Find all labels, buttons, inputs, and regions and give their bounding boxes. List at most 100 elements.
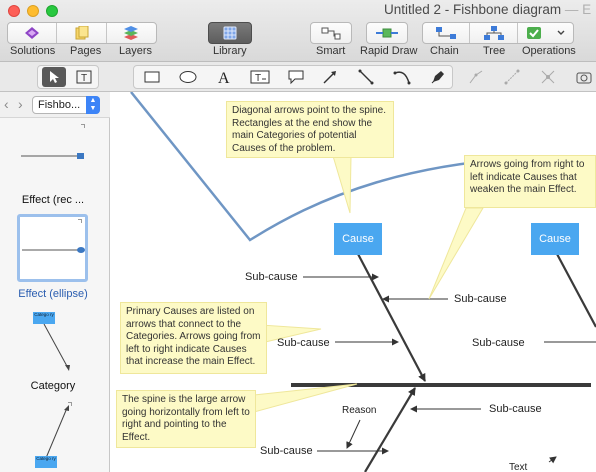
library-item-category-reverse[interactable]: Catego ry (30, 400, 80, 470)
tree-label: Tree (483, 45, 506, 57)
tree-icon (483, 26, 504, 40)
bezier-tool[interactable] (464, 67, 488, 87)
text-arrow[interactable] (548, 456, 557, 464)
sub-cause-label[interactable]: Sub-cause (245, 271, 298, 283)
pointer-tool[interactable] (42, 67, 66, 87)
library-item-effect-rect[interactable] (4, 122, 104, 196)
line-tool[interactable] (354, 67, 378, 87)
diagram-canvas[interactable]: Diagonal arrows point to the spine. Rect… (111, 92, 596, 472)
window-toolbar: Untitled 2 - Fishbone diagram — E Soluti… (0, 0, 596, 62)
cause-box[interactable]: Cause (531, 223, 579, 255)
svg-text:A: A (218, 70, 230, 85)
category-arrow-lower[interactable] (364, 387, 416, 472)
pen-tool[interactable] (426, 67, 450, 87)
effect-rect-thumbnail (21, 153, 84, 159)
rapid-draw-label: Rapid Draw (360, 45, 418, 57)
chain-label: Chain (430, 45, 459, 57)
ellipse-tool[interactable] (176, 67, 200, 87)
svg-text:T: T (255, 73, 261, 84)
window-title-suffix: — E (564, 2, 592, 17)
pages-icon (75, 26, 89, 40)
library-item-label: Effect (rec ... (21, 194, 85, 206)
window-title-text: Untitled 2 - Fishbone diagram (384, 2, 562, 17)
note-spine[interactable]: The spine is the large arrow going horiz… (116, 390, 256, 448)
layout-segmented-control (422, 22, 574, 44)
polyline-icon (504, 69, 520, 85)
tree-button[interactable] (470, 23, 518, 43)
arrow-icon (323, 71, 336, 84)
library-select[interactable]: Fishbo... ▲ ▼ (32, 96, 100, 114)
cause-box[interactable]: Cause (334, 223, 382, 255)
category-thumb-box: Catego ry (35, 456, 57, 468)
sub-cause-label[interactable]: Sub-cause (472, 337, 525, 349)
polyline-tool[interactable] (500, 67, 524, 87)
reason-arrow[interactable] (346, 419, 361, 449)
zoom-window-button[interactable] (46, 5, 58, 17)
solutions-icon (25, 27, 40, 39)
solutions-button[interactable] (8, 23, 58, 43)
library-button[interactable] (208, 22, 252, 44)
bezier-icon (469, 70, 483, 84)
rectangle-tool[interactable] (140, 67, 164, 87)
sub-cause-label[interactable]: Sub-cause (260, 445, 313, 457)
nav-forward-button[interactable]: › (18, 96, 23, 112)
text-tool[interactable]: A (212, 67, 236, 87)
category-arrow-right[interactable] (556, 253, 596, 328)
chevron-down-icon (557, 30, 565, 35)
operations-label: Operations (522, 45, 576, 57)
layers-button[interactable] (107, 23, 156, 43)
smart-label: Smart (316, 45, 346, 57)
ellipse-icon (179, 71, 197, 83)
note-pointer (428, 207, 484, 300)
connector-tool[interactable] (536, 67, 560, 87)
label-icon: T (250, 70, 270, 84)
sub-cause-label[interactable]: Sub-cause (454, 293, 507, 305)
note-right-to-left[interactable]: Arrows going from right to left indicate… (464, 155, 596, 208)
note-pointer (332, 155, 352, 214)
rapid-draw-icon (376, 28, 398, 38)
note-right-to-left-text: Arrows going from right to left indicate… (470, 159, 585, 195)
operations-button[interactable] (518, 23, 573, 43)
effect-ellipse-thumbnail (22, 247, 85, 253)
connector-icon (541, 70, 555, 84)
nav-back-button[interactable]: ‹ (4, 96, 9, 112)
category-arrow-left[interactable] (357, 253, 426, 382)
note-primary-causes[interactable]: Primary Causes are listed on arrows that… (120, 302, 267, 374)
rapid-draw-button[interactable] (366, 22, 408, 44)
chain-button[interactable] (423, 23, 471, 43)
label-tool[interactable]: T (248, 67, 272, 87)
pages-button[interactable] (57, 23, 107, 43)
reason-label[interactable]: Reason (342, 405, 376, 416)
smart-connector-icon (321, 27, 341, 40)
note-diagonal-arrows[interactable]: Diagonal arrows point to the spine. Rect… (226, 101, 394, 158)
cause-box-label: Cause (539, 233, 571, 245)
pointer-icon (50, 71, 59, 83)
library-select-value: Fishbo... (38, 99, 81, 111)
text-block-icon: T (76, 70, 92, 84)
library-item-effect-ellipse[interactable] (17, 214, 88, 282)
close-window-button[interactable] (8, 5, 20, 17)
item-corner-icon (81, 124, 85, 128)
text-block-tool[interactable]: T (72, 67, 96, 87)
sub-cause-label[interactable]: Sub-cause (277, 337, 330, 349)
pages-label: Pages (70, 45, 102, 57)
arrow-tool[interactable] (318, 67, 342, 87)
library-icon (223, 26, 237, 40)
camera-tool[interactable] (572, 67, 596, 87)
drawing-tools-bar: T A T (0, 62, 596, 92)
text-label[interactable]: Text (509, 462, 527, 472)
sub-cause-label[interactable]: Sub-cause (489, 403, 542, 415)
library-item-category[interactable]: Catego ry (30, 310, 80, 376)
callout-tool[interactable] (284, 67, 308, 87)
minimize-window-button[interactable] (27, 5, 39, 17)
library-label: Library (213, 45, 247, 57)
item-corner-icon (68, 402, 72, 406)
camera-icon (576, 72, 592, 84)
window-title: Untitled 2 - Fishbone diagram — E (384, 2, 591, 17)
solutions-label: Solutions (10, 45, 56, 57)
note-primary-text: Primary Causes are listed on arrows that… (126, 306, 261, 367)
arc-tool[interactable] (390, 67, 414, 87)
smart-button[interactable] (310, 22, 352, 44)
note-diagonal-text: Diagonal arrows point to the spine. Rect… (232, 105, 386, 154)
layers-icon (124, 26, 139, 40)
